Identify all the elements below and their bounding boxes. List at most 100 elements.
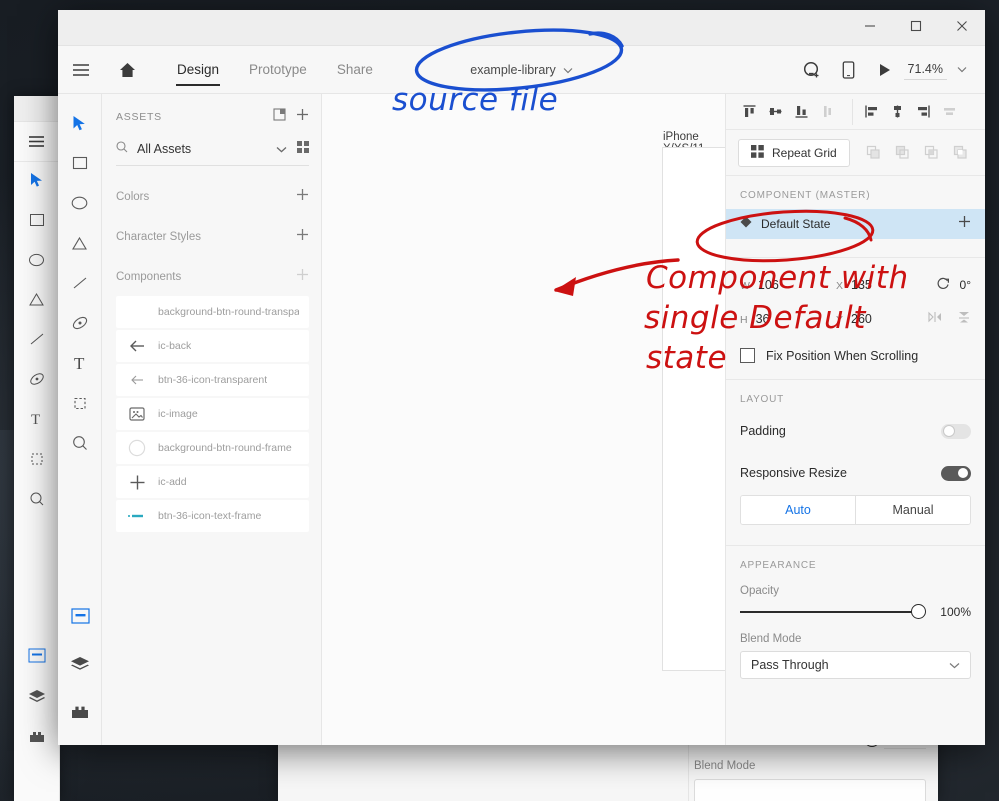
opacity-value[interactable]: 100% [940,605,971,619]
add-component-icon[interactable] [296,268,309,286]
bg-select-tool[interactable] [30,172,44,193]
zoom-tool[interactable] [63,426,97,460]
list-item[interactable]: btn-36-icon-transparent [116,364,309,396]
assets-section-character-styles[interactable]: Character Styles [116,228,309,246]
bg-ellipse-tool[interactable] [28,252,45,273]
bg-rectangle-tool[interactable] [29,212,45,233]
list-item[interactable]: btn-36-icon-text-frame [116,500,309,532]
rotation-value[interactable]: 0° [960,278,971,292]
ellipse-tool[interactable] [63,186,97,220]
flip-horizontal-icon[interactable] [927,310,943,328]
repeat-grid-button[interactable]: Repeat Grid [738,139,850,167]
add-character-style-icon[interactable] [296,228,309,246]
y-value[interactable]: 260 [851,312,872,326]
background-hamburger-icon[interactable] [14,122,59,162]
text-tool[interactable]: T [63,346,97,380]
bg-plugin-icon[interactable] [28,730,46,749]
line-tool[interactable] [63,266,97,300]
x-value[interactable]: 135 [851,278,872,292]
document-name[interactable]: example-library [470,63,555,77]
artboard[interactable] [662,147,725,671]
subtract-shape-icon[interactable] [889,140,915,166]
exclude-overlap-icon[interactable] [947,140,973,166]
tab-design[interactable]: Design [162,46,234,94]
maximize-button[interactable] [893,10,939,42]
assets-section-colors[interactable]: Colors [116,188,309,206]
assets-panel-icon[interactable] [63,599,97,633]
flip-vertical-icon[interactable] [957,310,971,329]
bg-layers-panel-icon[interactable] [28,689,46,709]
zoom-chevron-down-icon[interactable] [949,46,975,94]
width-field[interactable]: W 106 [740,278,830,292]
bg-assets-panel-icon[interactable] [28,648,46,668]
mobile-device-icon[interactable] [832,46,866,94]
background-bottom-tools[interactable] [14,648,60,749]
responsive-resize-toggle[interactable] [941,466,971,481]
height-value[interactable]: 36 [756,312,770,326]
rotation-field[interactable]: 0° [936,276,971,295]
component-state-row[interactable]: Default State [726,209,985,239]
home-icon[interactable] [104,46,150,94]
opacity-knob[interactable] [911,604,926,619]
distribute-vertical-icon[interactable] [814,99,840,125]
intersect-shape-icon[interactable] [918,140,944,166]
height-field[interactable]: H 36 [740,312,830,326]
align-horizontal-center-icon[interactable] [884,99,910,125]
add-color-icon[interactable] [296,188,309,206]
play-icon[interactable] [868,46,902,94]
padding-row[interactable]: Padding [740,413,971,449]
align-right-icon[interactable] [910,99,936,125]
x-field[interactable]: X 135 [836,278,926,292]
bg-pen-tool[interactable] [29,371,45,392]
bg-line-tool[interactable] [29,331,45,352]
y-field[interactable]: Y 260 [836,312,926,326]
minimize-button[interactable] [847,10,893,42]
background-window-left[interactable]: T [14,96,60,801]
design-canvas[interactable]: iPhone X/XS/11 Pro – 1 BUTTON [322,94,725,745]
close-button[interactable] [939,10,985,42]
align-vertical-center-icon[interactable] [762,99,788,125]
search-input[interactable] [137,142,267,156]
tab-prototype[interactable]: Prototype [234,46,322,94]
align-left-icon[interactable] [858,99,884,125]
polygon-tool[interactable] [63,226,97,260]
layers-stack-icon[interactable] [63,647,97,681]
padding-toggle[interactable] [941,424,971,439]
bg-artboard-tool[interactable] [29,451,45,472]
list-item[interactable]: ic-add [116,466,309,498]
align-top-icon[interactable] [736,99,762,125]
background-blend-select[interactable] [694,779,926,801]
width-value[interactable]: 106 [758,278,779,292]
grid-view-icon[interactable] [297,140,309,158]
opacity-slider[interactable] [740,611,918,613]
mode-tabs[interactable]: Design Prototype Share [162,46,388,94]
artboard-tool[interactable] [63,386,97,420]
select-tool[interactable] [63,106,97,140]
rectangle-tool[interactable] [63,146,97,180]
align-bottom-icon[interactable] [788,99,814,125]
list-item[interactable]: ic-back [116,330,309,362]
rotate-icon[interactable] [936,276,950,295]
tab-share[interactable]: Share [322,46,388,94]
resize-mode-auto[interactable]: Auto [741,496,855,524]
add-shape-icon[interactable] [860,140,886,166]
fix-position-row[interactable]: Fix Position When Scrolling [726,336,985,379]
blend-mode-select[interactable]: Pass Through [740,651,971,679]
resize-mode-manual[interactable]: Manual [855,496,970,524]
distribute-horizontal-icon[interactable] [936,99,962,125]
plugin-icon[interactable] [63,695,97,729]
invite-person-icon[interactable] [796,46,830,94]
list-item[interactable]: background-btn-round-frame [116,432,309,464]
bg-text-tool[interactable]: T [30,411,44,432]
list-item[interactable]: ic-image [116,398,309,430]
document-chevron-down-icon[interactable] [563,63,573,77]
assets-filter-chevron-down-icon[interactable] [276,140,287,158]
assets-add-icon[interactable] [296,108,309,126]
background-toolbar[interactable]: T [14,162,59,512]
hamburger-icon[interactable] [58,46,104,94]
bg-zoom-tool[interactable] [29,491,45,512]
zoom-level[interactable]: 71.4% [904,59,947,80]
pen-tool[interactable] [63,306,97,340]
checkbox-icon[interactable] [740,348,755,363]
responsive-resize-row[interactable]: Responsive Resize [740,455,971,491]
